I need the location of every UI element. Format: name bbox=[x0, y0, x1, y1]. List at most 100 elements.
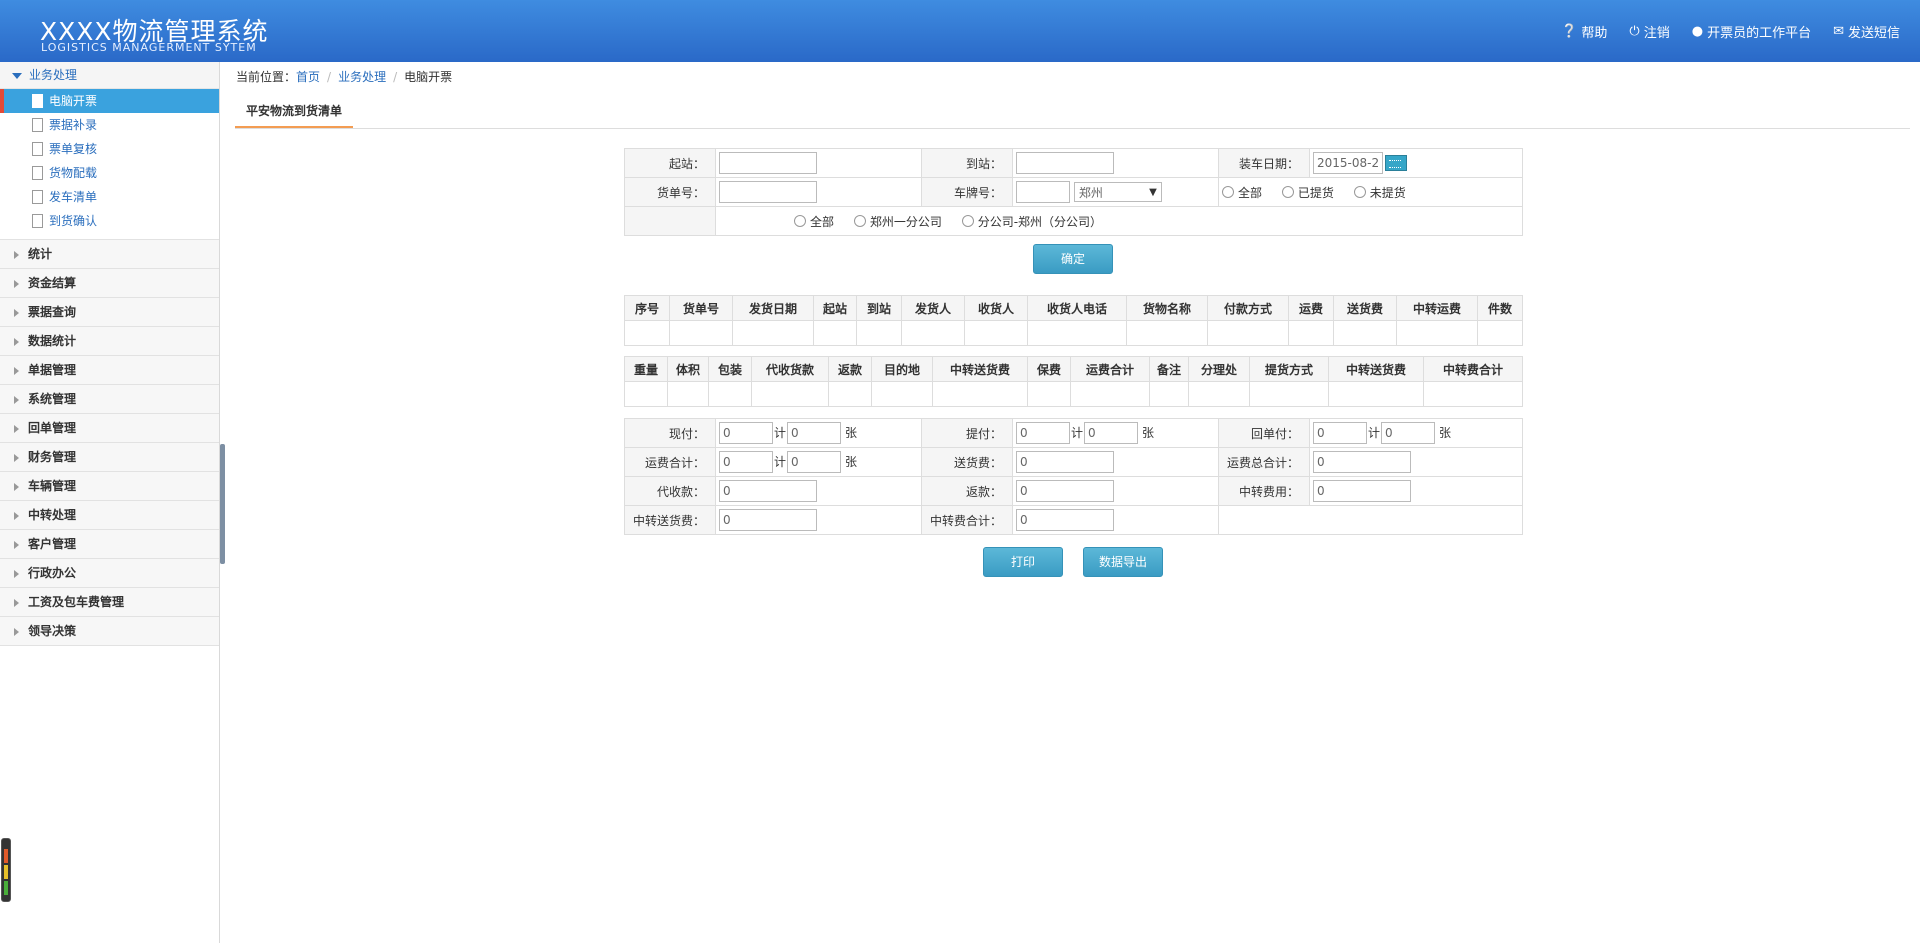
help-link[interactable]: ❔ 帮助 bbox=[1561, 22, 1607, 41]
caret-right-icon bbox=[14, 511, 19, 520]
sms-link[interactable]: ✉ 发送短信 bbox=[1833, 22, 1900, 41]
end-station-input[interactable] bbox=[1016, 152, 1114, 174]
radio-company-zhengzhou-1[interactable]: 郑州一分公司 bbox=[853, 213, 942, 230]
caret-down-icon bbox=[12, 72, 22, 79]
city-select[interactable]: 郑州 ▼ bbox=[1073, 182, 1162, 202]
sidebar-section-finance[interactable]: 财务管理 bbox=[0, 442, 219, 471]
cash-pay-amount-input[interactable] bbox=[719, 422, 773, 444]
radio-pickup-done[interactable]: 已提货 bbox=[1281, 184, 1334, 201]
radio-pickup-pending[interactable]: 未提货 bbox=[1353, 184, 1406, 201]
radio-circle bbox=[961, 215, 974, 227]
start-station-input[interactable] bbox=[719, 152, 817, 174]
page-icon bbox=[32, 165, 43, 180]
table-cell bbox=[1288, 320, 1334, 346]
delivery-fee-cell bbox=[1012, 447, 1219, 477]
transfer-total-input[interactable] bbox=[1016, 509, 1114, 531]
transfer-delivery-fee-input[interactable] bbox=[719, 509, 817, 531]
freight-grand-total-input[interactable] bbox=[1313, 451, 1411, 473]
empty-cell bbox=[1218, 505, 1523, 535]
sidebar-section-stats[interactable]: 统计 bbox=[0, 239, 219, 268]
cash-pay-count-input[interactable] bbox=[787, 422, 842, 444]
tab-arrival-list[interactable]: 平安物流到货清单 bbox=[235, 98, 354, 128]
pickup-pay-cell: 计张 bbox=[1012, 418, 1219, 448]
sidebar-item-arrival-confirm[interactable]: 到货确认 bbox=[0, 209, 219, 233]
sidebar-section-business[interactable]: 业务处理 bbox=[0, 62, 219, 89]
sidebar-section-system[interactable]: 系统管理 bbox=[0, 384, 219, 413]
sidebar-item-label: 电脑开票 bbox=[49, 94, 98, 108]
start-station-cell bbox=[715, 148, 922, 178]
column-header: 代收货款 bbox=[751, 356, 829, 382]
sidebar-item-label: 票据补录 bbox=[49, 118, 98, 132]
collect-amount-input[interactable] bbox=[719, 480, 817, 502]
export-data-button[interactable]: 数据导出 bbox=[1083, 547, 1163, 577]
sidebar-item-ticket-review[interactable]: 票单复核 bbox=[0, 137, 219, 161]
sidebar-item-departure-list[interactable]: 发车清单 bbox=[0, 185, 219, 209]
breadcrumb-section[interactable]: 业务处理 bbox=[338, 70, 386, 84]
receipt-pay-count-input[interactable] bbox=[1381, 422, 1436, 444]
radio-company-all[interactable]: 全部 bbox=[794, 213, 834, 230]
pickup-pay-count-input[interactable] bbox=[1084, 422, 1139, 444]
freight-total-amount-input[interactable] bbox=[719, 451, 773, 473]
sidebar-section-ticket-query[interactable]: 票据查询 bbox=[0, 297, 219, 326]
sidebar-section-receipts[interactable]: 回单管理 bbox=[0, 413, 219, 442]
transfer-fee-input[interactable] bbox=[1313, 480, 1411, 502]
sidebar-section-vehicles[interactable]: 车辆管理 bbox=[0, 471, 219, 500]
confirm-button[interactable]: 确定 bbox=[1033, 244, 1113, 274]
radio-circle bbox=[1222, 186, 1234, 198]
sidebar-item-cargo-loading[interactable]: 货物配载 bbox=[0, 161, 219, 185]
table-cell bbox=[1328, 381, 1424, 407]
column-header: 发货人 bbox=[901, 295, 965, 321]
pickup-pay-amount-input[interactable] bbox=[1016, 422, 1070, 444]
caret-right-icon bbox=[14, 424, 19, 433]
radio-circle bbox=[1353, 186, 1366, 198]
plate-input[interactable] bbox=[1016, 181, 1070, 203]
sms-label: 发送短信 bbox=[1847, 25, 1900, 41]
sidebar-collapse-handle[interactable] bbox=[220, 444, 225, 564]
caret-right-icon bbox=[14, 250, 19, 259]
logout-link[interactable]: ⏻ 注销 bbox=[1629, 22, 1669, 41]
radio-pickup-all[interactable]: 全部 bbox=[1222, 184, 1262, 201]
load-date-input[interactable] bbox=[1313, 152, 1383, 174]
breadcrumb-home[interactable]: 首页 bbox=[296, 70, 320, 84]
plate-label: 车牌号： bbox=[921, 177, 1013, 207]
sidebar-section-transfer[interactable]: 中转处理 bbox=[0, 500, 219, 529]
radio-company-branch[interactable]: 分公司-郑州（分公司） bbox=[961, 213, 1102, 230]
caret-right-icon bbox=[14, 598, 19, 607]
print-button[interactable]: 打印 bbox=[983, 547, 1063, 577]
sidebar-section-leadership[interactable]: 领导决策 bbox=[0, 616, 219, 646]
table-cell bbox=[932, 381, 1028, 407]
caret-right-icon bbox=[14, 540, 19, 549]
freight-total-count-input[interactable] bbox=[787, 451, 842, 473]
waybill-label: 货单号： bbox=[624, 177, 716, 207]
sidebar-item-ticket-supplement[interactable]: 票据补录 bbox=[0, 113, 219, 137]
freight-grand-total-cell bbox=[1309, 447, 1523, 477]
column-header: 体积 bbox=[667, 356, 709, 382]
unit-label: 张 bbox=[845, 454, 858, 469]
sidebar-section-payroll[interactable]: 工资及包车费管理 bbox=[0, 587, 219, 616]
caret-right-icon bbox=[14, 453, 19, 462]
receipt-pay-amount-input[interactable] bbox=[1313, 422, 1367, 444]
table-cell bbox=[856, 320, 902, 346]
sidebar-section-documents[interactable]: 单据管理 bbox=[0, 355, 219, 384]
waybill-input[interactable] bbox=[719, 181, 817, 203]
table-cell bbox=[1423, 381, 1523, 407]
sidebar-section-customers[interactable]: 客户管理 bbox=[0, 529, 219, 558]
table-header-row: 重量 体积 包装 代收货款 返款 目的地 中转送货费 保费 运费合计 备注 分理… bbox=[624, 356, 1523, 382]
collect-amount-label: 代收款： bbox=[624, 476, 716, 506]
table-cell bbox=[1070, 381, 1150, 407]
breadcrumb-separator: / bbox=[393, 70, 398, 84]
sidebar-section-data-stats[interactable]: 数据统计 bbox=[0, 326, 219, 355]
table-cell bbox=[732, 320, 814, 346]
load-date-cell bbox=[1309, 148, 1523, 178]
delivery-fee-input[interactable] bbox=[1016, 451, 1114, 473]
calendar-icon[interactable] bbox=[1385, 155, 1407, 171]
refund-input[interactable] bbox=[1016, 480, 1114, 502]
column-header: 运费 bbox=[1288, 295, 1334, 321]
workspace-link[interactable]: ● 开票员的工作平台 bbox=[1692, 22, 1811, 41]
sidebar-section-office[interactable]: 行政办公 bbox=[0, 558, 219, 587]
sidebar-section-settlement[interactable]: 资金结算 bbox=[0, 268, 219, 297]
unit-label: 张 bbox=[1439, 425, 1452, 440]
column-header: 运费合计 bbox=[1070, 356, 1150, 382]
collect-amount-cell bbox=[715, 476, 922, 506]
sidebar-item-computer-ticket[interactable]: 电脑开票 bbox=[0, 89, 219, 113]
